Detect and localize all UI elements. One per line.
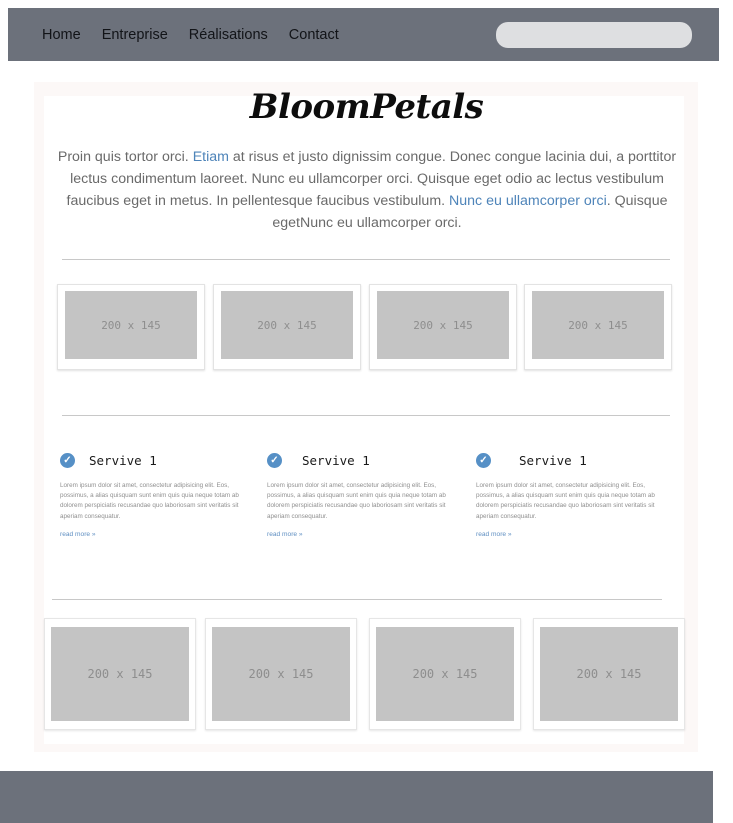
image-placeholder: 200 x 145 — [540, 627, 678, 721]
service-title: Servive 1 — [89, 452, 157, 468]
nav-entreprise-link[interactable]: Entreprise — [102, 27, 168, 43]
nav-contact-link[interactable]: Contact — [289, 27, 339, 43]
gallery-thumbnail[interactable]: 200 x 145 — [369, 284, 517, 370]
check-circle-icon: ✓ — [476, 452, 491, 468]
gallery-thumbnail[interactable]: 200 x 145 — [533, 618, 685, 730]
service-title: Servive 1 — [302, 452, 370, 468]
divider — [62, 259, 670, 260]
service-title: Servive 1 — [519, 452, 587, 468]
image-placeholder: 200 x 145 — [221, 291, 353, 359]
image-placeholder: 200 x 145 — [212, 627, 350, 721]
image-placeholder: 200 x 145 — [376, 627, 514, 721]
check-circle-icon: ✓ — [60, 452, 75, 468]
read-more-link[interactable]: read more » — [476, 531, 671, 538]
service-description: Lorem ipsum dolor sit amet, consectetur … — [60, 482, 239, 520]
service-description: Lorem ipsum dolor sit amet, consectetur … — [267, 482, 446, 520]
divider — [52, 599, 662, 600]
check-circle-icon: ✓ — [267, 452, 282, 468]
image-placeholder: 200 x 145 — [377, 291, 509, 359]
nav-realisations-link[interactable]: Réalisations — [189, 27, 268, 43]
intro-link-etiam[interactable]: Etiam — [193, 149, 229, 165]
gallery-thumbnail[interactable]: 200 x 145 — [213, 284, 361, 370]
intro-text-1: Proin quis tortor orci. — [57, 149, 193, 165]
gallery-thumbnail[interactable]: 200 x 145 — [524, 284, 672, 370]
footer-bar — [0, 771, 713, 823]
gallery-thumbnail[interactable]: 200 x 145 — [369, 618, 521, 730]
service-header: ✓ Servive 1 — [60, 451, 255, 469]
brand-logo[interactable]: BloomPetals — [0, 87, 733, 127]
intro-link-nunc[interactable]: Nunc eu ullamcorper orci — [449, 193, 607, 209]
search-input[interactable] — [496, 22, 692, 48]
service-block: ✓ Servive 1 Lorem ipsum dolor sit amet, … — [476, 451, 671, 538]
main-nav: Home Entreprise Réalisations Contact — [42, 8, 360, 61]
image-placeholder: 200 x 145 — [51, 627, 189, 721]
divider — [62, 415, 670, 416]
gallery-thumbnail[interactable]: 200 x 145 — [57, 284, 205, 370]
intro-paragraph: Proin quis tortor orci. Etiam at risus e… — [52, 146, 682, 234]
read-more-link[interactable]: read more » — [267, 531, 462, 538]
top-navbar: Home Entreprise Réalisations Contact — [8, 8, 719, 61]
service-description: Lorem ipsum dolor sit amet, consectetur … — [476, 482, 655, 520]
service-block: ✓ Servive 1 Lorem ipsum dolor sit amet, … — [267, 451, 462, 538]
image-placeholder: 200 x 145 — [65, 291, 197, 359]
service-block: ✓ Servive 1 Lorem ipsum dolor sit amet, … — [60, 451, 255, 538]
gallery-thumbnail[interactable]: 200 x 145 — [44, 618, 196, 730]
gallery-thumbnail[interactable]: 200 x 145 — [205, 618, 357, 730]
read-more-link[interactable]: read more » — [60, 531, 255, 538]
service-header: ✓ Servive 1 — [476, 451, 671, 469]
service-header: ✓ Servive 1 — [267, 451, 462, 469]
image-placeholder: 200 x 145 — [532, 291, 664, 359]
nav-home-link[interactable]: Home — [42, 27, 81, 43]
